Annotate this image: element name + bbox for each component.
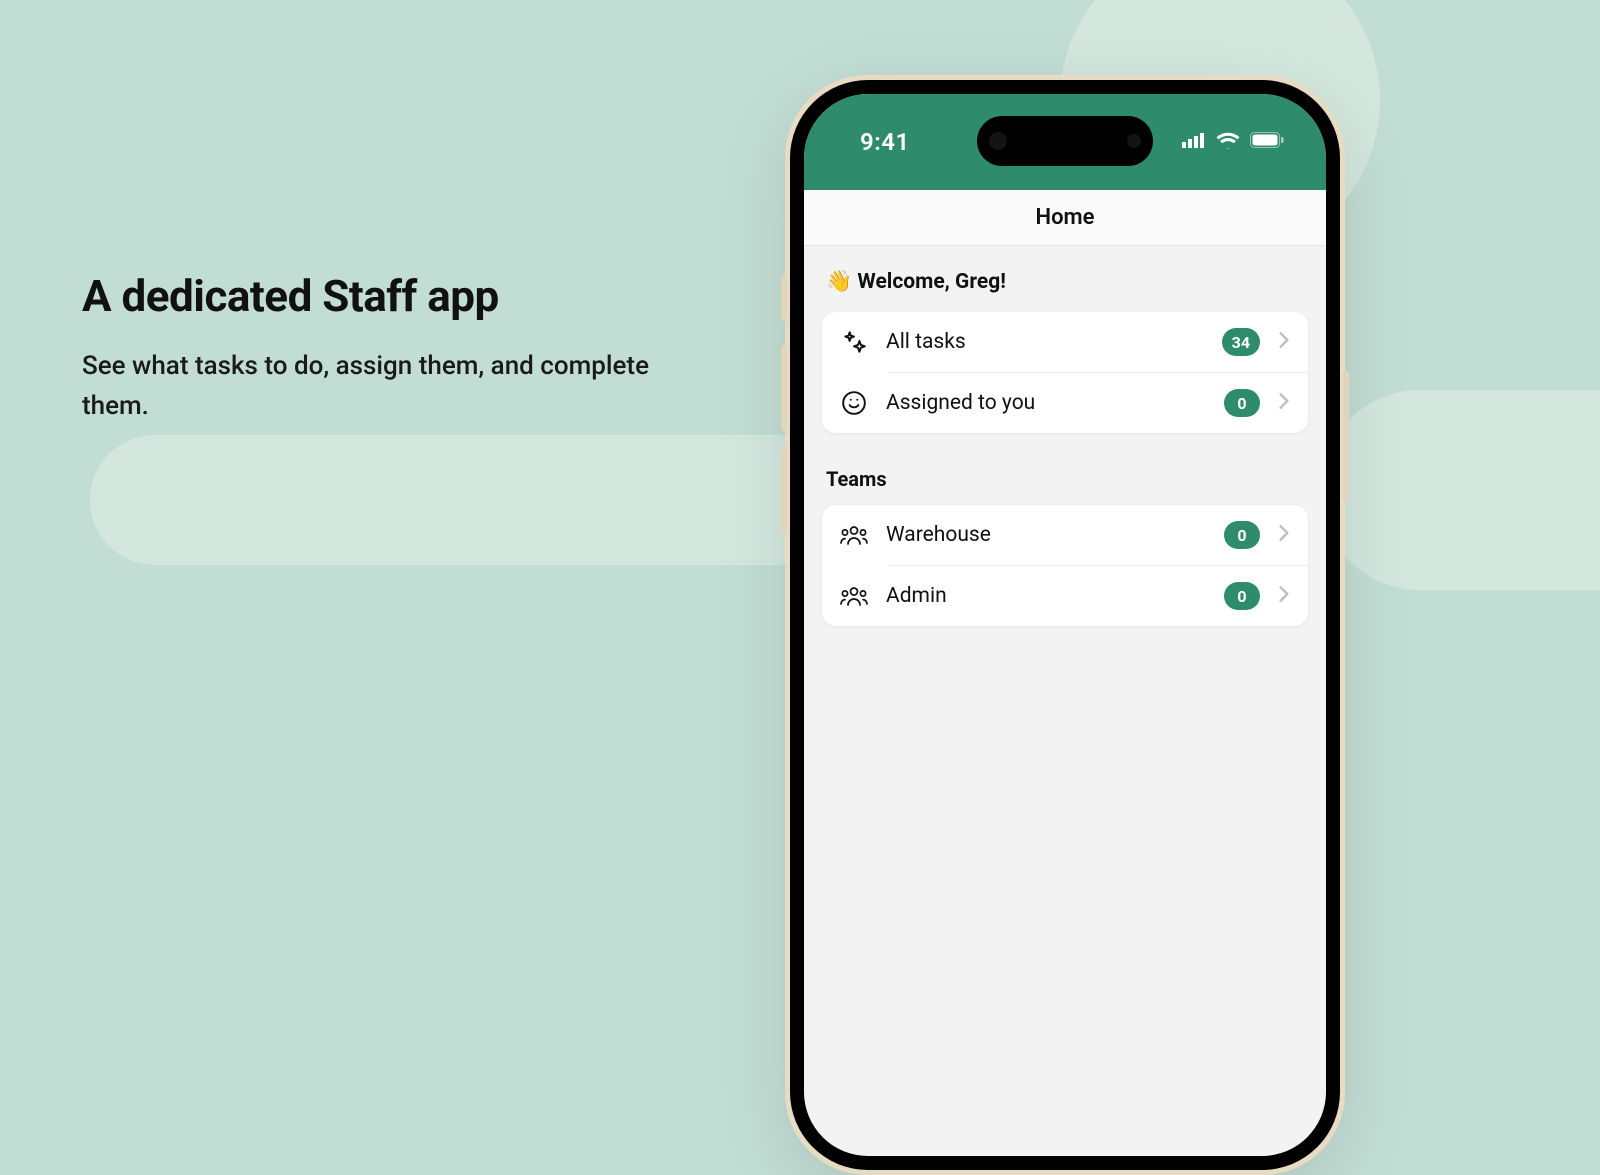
cellular-icon [1182,132,1206,152]
marketing-headline: A dedicated Staff app [82,270,682,322]
phone-screen: 9:41 Home [804,94,1326,1156]
home-content: 👋 Welcome, Greg! All tasks 34 [804,246,1326,650]
team-warehouse-row[interactable]: Warehouse 0 [822,505,1308,565]
count-badge: 34 [1222,328,1260,356]
phone-side-button [781,275,787,321]
decorative-blob [1320,390,1600,590]
count-badge: 0 [1224,582,1260,610]
phone-bezel: 9:41 Home [790,80,1340,1170]
welcome-text: Welcome, Greg! [857,270,1006,294]
count-badge: 0 [1224,389,1260,417]
island-dot [989,132,1007,150]
wave-emoji-icon: 👋 [826,270,852,294]
tasks-card: All tasks 34 Assigned to you 0 [822,312,1308,433]
chevron-right-icon [1278,524,1290,546]
marketing-copy: A dedicated Staff app See what tasks to … [82,270,682,427]
assigned-to-you-row[interactable]: Assigned to you 0 [822,373,1308,433]
island-dot [1127,134,1141,148]
row-label: Assigned to you [886,391,1206,415]
battery-icon [1250,132,1284,152]
phone-side-button [781,345,787,431]
team-admin-row[interactable]: Admin 0 [822,566,1308,626]
status-time: 9:41 [860,128,910,156]
count-badge: 0 [1224,521,1260,549]
decorative-blob [90,435,840,565]
chevron-right-icon [1278,331,1290,353]
phone-side-button [781,447,787,533]
people-icon [840,582,868,610]
phone-side-button [1343,371,1349,501]
row-label: Admin [886,584,1206,608]
marketing-subline: See what tasks to do, assign them, and c… [82,346,682,427]
dynamic-island [977,116,1153,166]
sparkle-icon [840,328,868,356]
teams-section-title: Teams [826,467,1308,491]
people-icon [840,521,868,549]
status-indicators [1182,131,1284,153]
row-label: Warehouse [886,523,1206,547]
phone-mockup: 9:41 Home [785,75,1345,1175]
all-tasks-row[interactable]: All tasks 34 [822,312,1308,372]
welcome-heading: 👋 Welcome, Greg! [826,270,1308,294]
teams-card: Warehouse 0 Admin 0 [822,505,1308,626]
row-label: All tasks [886,330,1204,354]
chevron-right-icon [1278,585,1290,607]
smile-icon [840,389,868,417]
nav-header: Home [804,190,1326,246]
chevron-right-icon [1278,392,1290,414]
status-bar: 9:41 [804,94,1326,190]
nav-title: Home [1036,205,1095,230]
wifi-icon [1216,131,1240,153]
